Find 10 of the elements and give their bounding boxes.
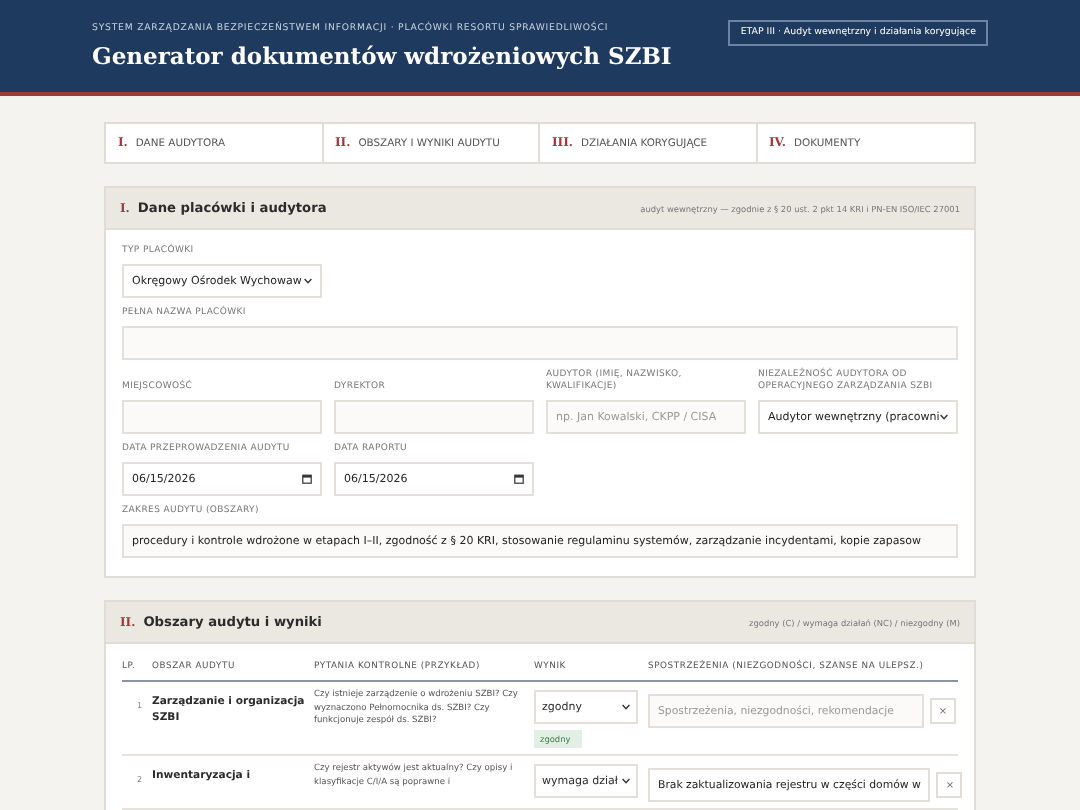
page-title: Generator dokumentów wdrożeniowych SZBI [92,41,672,69]
caret-icon [622,778,630,785]
input-field[interactable] [122,326,958,361]
calendar-icon [514,474,524,485]
input-field[interactable] [122,400,322,435]
caret-icon [622,704,630,711]
caret-icon [940,414,948,421]
input-field[interactable] [334,400,534,435]
caret-icon [304,278,312,285]
calendar-icon [302,474,312,485]
